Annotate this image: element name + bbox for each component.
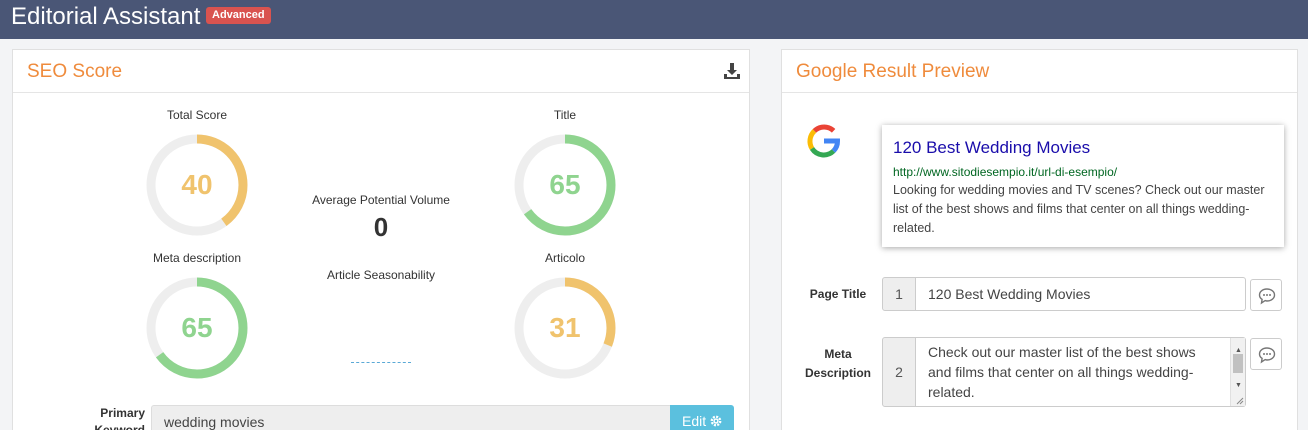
seasonality-label: Article Seasonability — [326, 268, 436, 282]
avg-volume-value: 0 — [373, 212, 389, 242]
article-score-label: Articolo — [544, 251, 585, 265]
gear-icon — [710, 415, 722, 427]
comment-icon — [1258, 288, 1276, 305]
total-score-value: 40 — [181, 169, 213, 200]
google-logo-icon — [804, 121, 844, 161]
comment-icon — [1258, 347, 1276, 364]
serp-preview-card: 120 Best Wedding Movies http://www.sitod… — [882, 125, 1284, 247]
advanced-badge: Advanced — [206, 7, 271, 24]
page-title-label: Page Title — [809, 287, 867, 301]
meta-description-text: Check out our master list of the best sh… — [928, 344, 1196, 400]
meta-score-gauge: 65 — [145, 276, 249, 380]
meta-description-number: 2 — [882, 337, 916, 407]
meta-score-label: Meta description — [152, 251, 242, 265]
meta-description-label: Meta Description — [804, 347, 871, 380]
title-score-label: Title — [553, 108, 577, 122]
meta-description-textarea[interactable]: Check out our master list of the best sh… — [916, 337, 1246, 407]
page-title-comment-button[interactable] — [1250, 279, 1282, 311]
total-score-gauge: 40 — [145, 133, 249, 237]
page-title-input[interactable]: 120 Best Wedding Movies — [916, 277, 1246, 311]
title-score-gauge: 65 — [513, 133, 617, 237]
seo-panel-header: SEO Score — [13, 50, 749, 93]
resize-grip-icon[interactable] — [1234, 395, 1244, 405]
google-preview-panel: Google Result Preview 120 Best Wedding M… — [781, 49, 1298, 430]
scroll-thumb[interactable] — [1233, 354, 1243, 373]
edit-keyword-button[interactable]: Edit — [670, 405, 734, 430]
total-score-label: Total Score — [166, 108, 228, 122]
primary-keyword-input[interactable]: wedding movies — [151, 405, 671, 430]
download-icon[interactable] — [723, 62, 741, 80]
meta-description-comment-button[interactable] — [1250, 338, 1282, 370]
serp-title[interactable]: 120 Best Wedding Movies — [893, 137, 1090, 159]
seasonality-placeholder — [351, 362, 411, 363]
title-score-value: 65 — [549, 169, 581, 200]
scroll-down-arrow[interactable]: ▼ — [1235, 376, 1242, 396]
meta-score-value: 65 — [181, 312, 213, 343]
seo-score-panel: SEO Score Total Score 40 Title 65 Meta d… — [12, 49, 750, 430]
primary-keyword-label: Primary Keyword — [94, 406, 145, 430]
preview-panel-header: Google Result Preview — [782, 50, 1297, 93]
serp-url: http://www.sitodiesempio.it/url-di-esemp… — [893, 165, 1118, 179]
article-score-value: 31 — [549, 312, 581, 343]
preview-panel-title: Google Result Preview — [796, 61, 990, 82]
seo-panel-title: SEO Score — [27, 61, 123, 82]
top-bar: Editorial Assistant Advanced — [0, 0, 1308, 39]
page-title-number: 1 — [882, 277, 916, 311]
avg-volume-label: Average Potential Volume — [312, 193, 450, 207]
edit-button-label: Edit — [681, 413, 707, 429]
article-score-gauge: 31 — [513, 276, 617, 380]
serp-description: Looking for wedding movies and TV scenes… — [893, 183, 1265, 235]
app-title: Editorial Assistant — [11, 3, 201, 30]
